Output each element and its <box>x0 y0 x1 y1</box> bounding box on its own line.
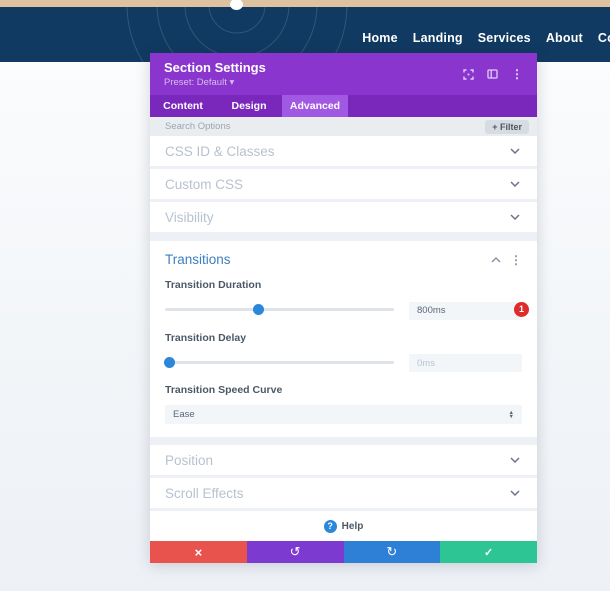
transition-delay-label: Transition Delay <box>165 331 247 344</box>
chevron-down-icon <box>510 457 520 463</box>
settings-tabs: Content Design Advanced <box>150 95 537 117</box>
accordion-position[interactable]: Position <box>150 445 537 475</box>
transition-delay-input[interactable] <box>409 354 522 372</box>
transition-duration-slider[interactable] <box>165 301 394 319</box>
nav-link-about[interactable]: About <box>546 31 583 45</box>
tab-design[interactable]: Design <box>216 95 282 117</box>
nav-link-landing[interactable]: Landing <box>413 31 463 45</box>
nav-link-contact[interactable]: Co <box>598 31 610 45</box>
transition-duration-input[interactable] <box>409 301 522 320</box>
help-label: Help <box>341 520 364 532</box>
chevron-down-icon <box>510 181 520 187</box>
select-updown-icon: ▲ ▼ <box>508 409 514 420</box>
accordion-custom-css[interactable]: Custom CSS <box>150 169 537 199</box>
nav-link-services[interactable]: Services <box>478 31 531 45</box>
cancel-button[interactable]: × <box>150 541 247 563</box>
search-options-bar: + Filter <box>150 117 537 136</box>
undo-button[interactable]: ↺ <box>246 541 344 563</box>
modal-action-bar: × ↺ ↻ ✓ <box>150 541 537 563</box>
transition-delay-slider[interactable] <box>164 353 394 371</box>
transition-duration-label: Transition Duration <box>165 279 262 291</box>
accordion-title: Custom CSS <box>165 176 244 192</box>
preset-label: Preset: Default <box>164 77 227 88</box>
accordion-title: Visibility <box>165 209 214 225</box>
settings-content: CSS ID & Classes Custom CSS Visibility T… <box>150 136 537 541</box>
preset-caret-icon: ▾ <box>229 77 235 88</box>
modal-header: Section Settings Preset: Default ▾ ⋮ <box>150 53 537 95</box>
search-options-input[interactable] <box>165 121 486 132</box>
nav-link-home[interactable]: Home <box>362 31 398 45</box>
transitions-header[interactable]: Transitions ⋮ <box>165 252 522 267</box>
help-question-icon: ? <box>323 519 337 533</box>
transition-delay-row <box>164 353 522 372</box>
save-button[interactable]: ✓ <box>440 541 537 563</box>
redo-button[interactable]: ↻ <box>343 541 441 563</box>
preset-dropdown[interactable]: Preset: Default ▾ <box>164 77 463 88</box>
transitions-header-icons: ⋮ <box>491 254 522 266</box>
transitions-kebab-icon[interactable]: ⋮ <box>510 254 522 266</box>
speed-curve-selected-value: Ease <box>173 409 195 420</box>
transition-duration-row: 1 <box>165 300 529 320</box>
slider-handle[interactable] <box>164 356 176 368</box>
transitions-title: Transitions <box>165 252 231 267</box>
modal-header-icons: ⋮ <box>463 68 523 80</box>
filter-button[interactable]: + Filter <box>485 119 529 134</box>
tab-advanced[interactable]: Advanced <box>282 95 348 117</box>
transition-delay-value-wrap <box>409 353 522 372</box>
slider-handle[interactable] <box>253 304 265 316</box>
modal-title: Section Settings <box>164 60 266 75</box>
slider-track <box>165 308 394 312</box>
tab-content[interactable]: Content <box>150 95 216 117</box>
accordion-title: Scroll Effects <box>165 485 244 501</box>
transition-speed-curve-label: Transition Speed Curve <box>165 384 283 396</box>
panel-layout-icon[interactable] <box>487 69 498 79</box>
slider-track <box>165 360 394 364</box>
expand-icon[interactable] <box>463 68 474 80</box>
accordion-title: CSS ID & Classes <box>165 143 275 159</box>
accordion-title: Position <box>165 452 214 468</box>
modal-title-block: Section Settings Preset: Default ▾ <box>164 60 463 88</box>
kebab-menu-icon[interactable]: ⋮ <box>511 68 523 80</box>
speed-curve-select[interactable]: Ease ▲ ▼ <box>165 405 522 424</box>
change-count-badge: 1 <box>514 301 529 317</box>
transition-duration-value-wrap: 1 <box>409 300 529 320</box>
chevron-down-icon <box>510 490 520 496</box>
chevron-down-icon <box>510 148 520 154</box>
top-strip <box>0 0 610 7</box>
panel-footer: ? Help <box>150 511 537 541</box>
section-settings-modal: Section Settings Preset: Default ▾ ⋮ Con… <box>150 53 537 563</box>
chevron-down-icon <box>510 214 520 220</box>
help-link[interactable]: ? Help <box>323 519 364 533</box>
accordion-scroll-effects[interactable]: Scroll Effects <box>150 478 537 508</box>
accordion-visibility[interactable]: Visibility <box>150 202 537 232</box>
transitions-panel: Transitions ⋮ Transition Duration 1 <box>150 241 537 437</box>
accordion-css-id-classes[interactable]: CSS ID & Classes <box>150 136 537 166</box>
chevron-up-icon[interactable] <box>491 256 501 263</box>
site-nav: Home Landing Services About Co <box>362 31 610 45</box>
